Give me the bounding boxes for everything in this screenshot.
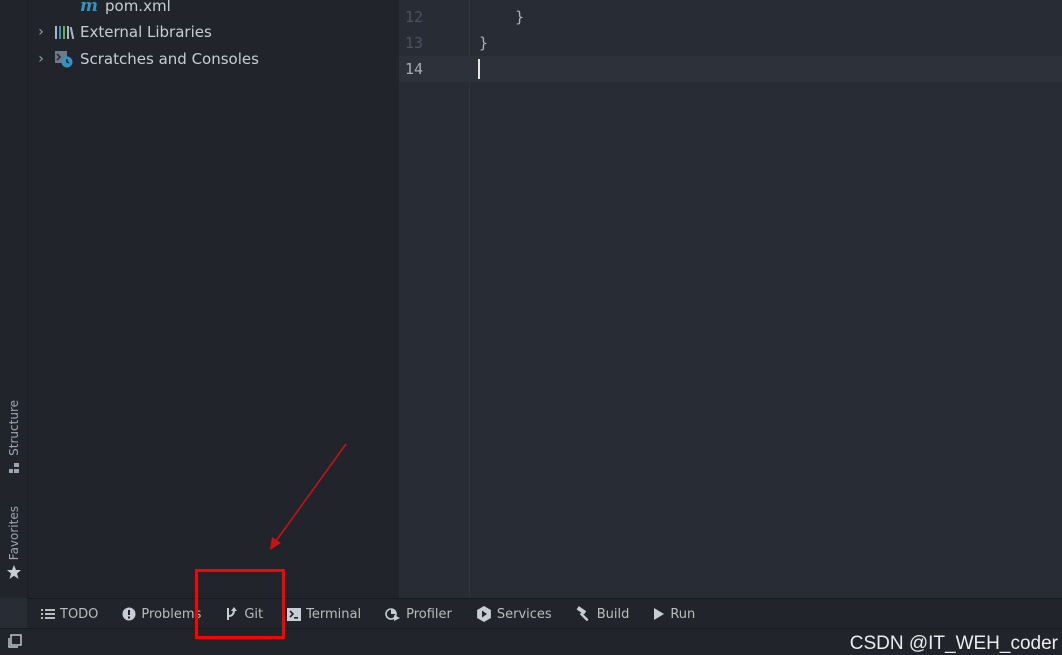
tree-item-scratches[interactable]: › Scratches and Consoles — [28, 46, 399, 72]
line-number: 13 — [405, 34, 424, 52]
chevron-right-icon[interactable]: › — [28, 24, 54, 40]
git-branch-icon — [227, 607, 238, 620]
left-tool-strip: Structure Favorites — [0, 0, 28, 598]
code-text: } — [479, 34, 489, 52]
maven-file-icon: m — [80, 0, 98, 16]
profiler-tool-button[interactable]: Profiler — [385, 607, 452, 622]
terminal-label: Terminal — [306, 606, 362, 622]
chevron-right-icon[interactable]: › — [28, 51, 54, 67]
run-label: Run — [670, 606, 696, 622]
code-line[interactable]: 13 } — [399, 30, 1062, 56]
todo-tool-button[interactable]: TODO — [41, 607, 98, 622]
hammer-icon — [576, 606, 589, 622]
status-bar: CSDN @IT_WEH_coder — [0, 628, 1062, 655]
services-label: Services — [496, 606, 552, 622]
tree-item-label: pom.xml — [105, 0, 171, 15]
tree-item-external-libraries[interactable]: › External Libraries — [28, 19, 399, 45]
problems-tool-button[interactable]: Problems — [122, 607, 201, 622]
line-number: 14 — [405, 60, 424, 78]
libraries-icon — [55, 26, 74, 40]
code-line[interactable]: 12 } — [399, 4, 1062, 30]
tool-window-bar: TODO Problems Git Terminal Profiler Serv… — [27, 598, 1062, 629]
tree-item-label: Scratches and Consoles — [80, 50, 259, 68]
services-icon — [476, 606, 491, 622]
git-label: Git — [244, 606, 264, 622]
watermark-text: CSDN @IT_WEH_coder — [849, 633, 1058, 654]
scratches-icon — [55, 51, 73, 68]
favorites-tab-label: Favorites — [7, 506, 21, 561]
problems-label: Problems — [141, 606, 202, 622]
build-tool-button[interactable]: Build — [576, 606, 630, 622]
services-tool-button[interactable]: Services — [476, 606, 552, 622]
project-panel: m pom.xml › External Libraries › Scratch… — [28, 0, 399, 598]
play-icon — [654, 608, 665, 620]
code-line-current[interactable]: 14 — [399, 56, 1062, 82]
profiler-icon — [385, 608, 401, 621]
warning-circle-icon — [122, 607, 136, 621]
line-number-gutter — [399, 0, 470, 598]
terminal-icon — [287, 607, 302, 621]
star-icon — [7, 565, 21, 580]
terminal-tool-button[interactable]: Terminal — [287, 607, 361, 622]
tool-window-toggle-icon[interactable] — [8, 634, 22, 648]
code-text: } — [479, 8, 525, 26]
structure-tab-label: Structure — [7, 400, 21, 456]
tree-item-label: External Libraries — [80, 23, 212, 41]
todo-label: TODO — [60, 606, 99, 622]
git-tool-button[interactable]: Git — [225, 607, 263, 622]
structure-tab[interactable]: Structure — [4, 400, 24, 474]
code-editor[interactable]: 12 } 13 } 14 — [399, 0, 1062, 598]
list-icon — [41, 609, 55, 619]
run-tool-button[interactable]: Run — [653, 607, 695, 622]
tree-item-pom[interactable]: m pom.xml — [80, 0, 451, 19]
line-number: 12 — [405, 8, 424, 26]
favorites-tab[interactable]: Favorites — [4, 506, 24, 580]
profiler-label: Profiler — [406, 606, 452, 622]
structure-icon — [9, 462, 19, 473]
text-caret — [478, 59, 480, 79]
build-label: Build — [596, 606, 630, 622]
